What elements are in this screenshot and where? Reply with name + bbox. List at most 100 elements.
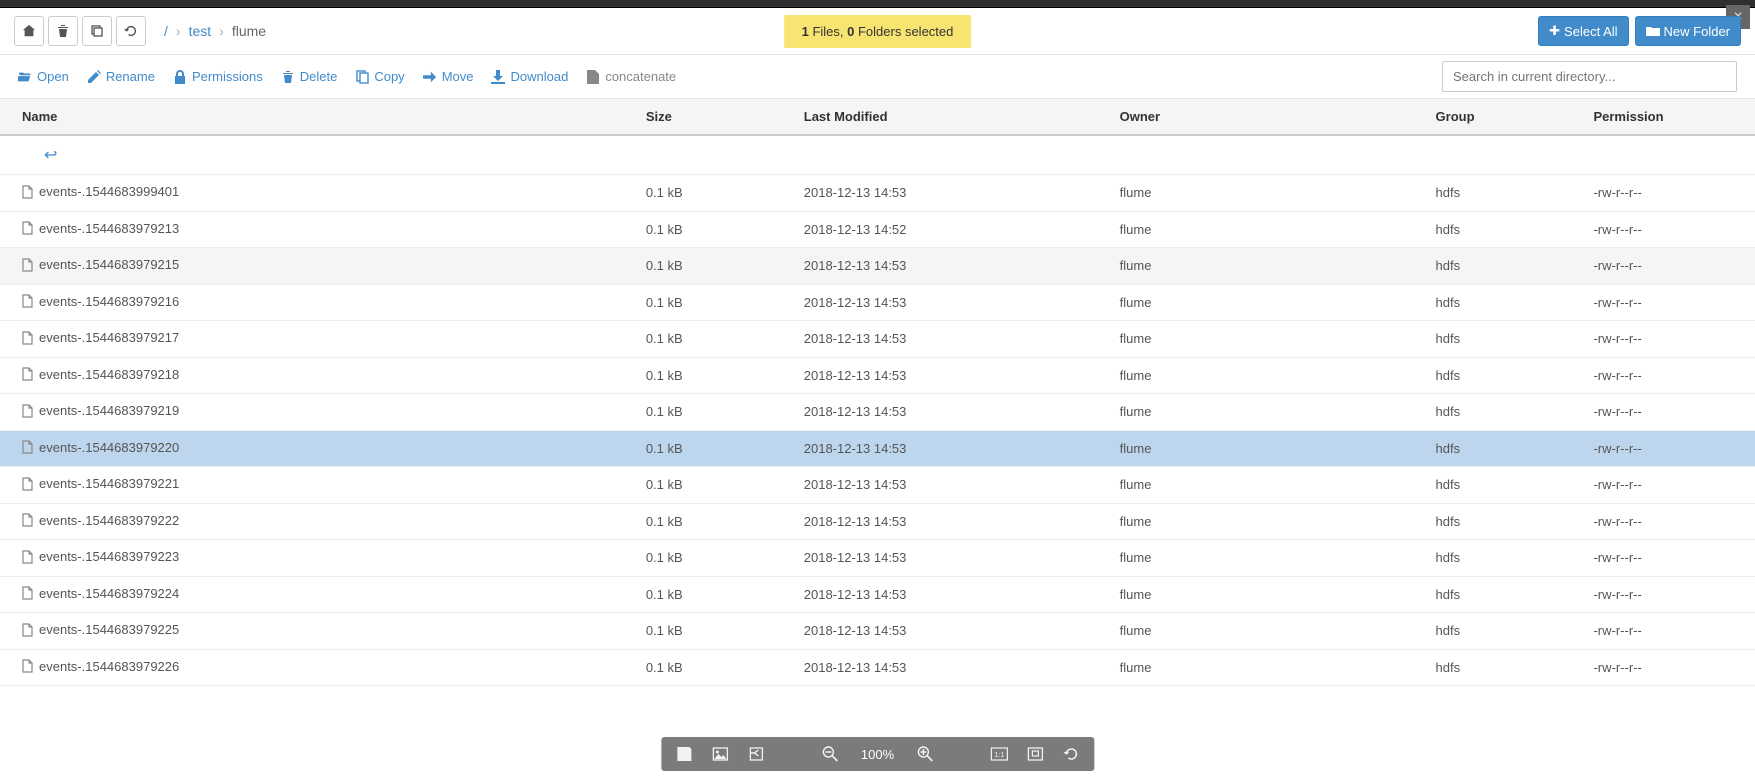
table-row[interactable]: events-.15446839792260.1 kB2018-12-13 14… [0, 649, 1755, 686]
plus-icon: ✚ [1549, 23, 1560, 39]
rotate-icon[interactable] [1062, 745, 1080, 763]
copy-action[interactable]: Copy [355, 69, 404, 84]
file-icon [22, 185, 33, 199]
file-group: hdfs [1422, 467, 1580, 504]
search-input[interactable] [1442, 61, 1737, 92]
table-row[interactable]: events-.15446839994010.1 kB2018-12-13 14… [0, 175, 1755, 212]
file-name-cell: events-.1544683979219 [22, 403, 179, 418]
concatenate-action[interactable]: concatenate [586, 69, 676, 84]
fit-screen-icon[interactable] [1026, 745, 1044, 763]
file-name-text: events-.1544683999401 [39, 184, 179, 199]
file-owner: flume [1106, 357, 1422, 394]
table-row[interactable]: events-.15446839792130.1 kB2018-12-13 14… [0, 211, 1755, 248]
file-group: hdfs [1422, 248, 1580, 285]
breadcrumb-test[interactable]: test [189, 23, 212, 39]
file-permission: -rw-r--r-- [1579, 649, 1755, 686]
refresh-icon [124, 24, 138, 38]
file-icon [22, 586, 33, 600]
file-permission: -rw-r--r-- [1579, 430, 1755, 467]
history-button[interactable] [82, 16, 112, 46]
col-owner[interactable]: Owner [1106, 99, 1422, 135]
rename-action[interactable]: Rename [87, 69, 155, 84]
image-viewer-toolbar: 100% 1:1 [661, 737, 1094, 771]
new-folder-button[interactable]: New Folder [1635, 16, 1741, 46]
file-icon [22, 659, 33, 673]
table-row[interactable]: events-.15446839792230.1 kB2018-12-13 14… [0, 540, 1755, 577]
file-modified: 2018-12-13 14:53 [790, 540, 1106, 577]
app-topbar [0, 0, 1755, 8]
delete-action[interactable]: Delete [281, 69, 338, 84]
file-table: Name Size Last Modified Owner Group Perm… [0, 99, 1755, 686]
back-arrow-icon: ↩ [22, 147, 57, 164]
file-size: 0.1 kB [632, 430, 790, 467]
file-permission: -rw-r--r-- [1579, 248, 1755, 285]
file-modified: 2018-12-13 14:53 [790, 649, 1106, 686]
breadcrumb-root[interactable]: / [164, 23, 168, 39]
col-permission[interactable]: Permission [1579, 99, 1755, 135]
file-icon [22, 221, 33, 235]
file-size: 0.1 kB [632, 540, 790, 577]
folders-count: 0 [847, 24, 854, 39]
svg-text:1:1: 1:1 [994, 752, 1004, 759]
col-size[interactable]: Size [632, 99, 790, 135]
file-size: 0.1 kB [632, 357, 790, 394]
file-size: 0.1 kB [632, 503, 790, 540]
open-action[interactable]: Open [18, 69, 69, 84]
trash-icon [281, 70, 295, 84]
file-icon [22, 367, 33, 381]
picture-icon[interactable] [711, 745, 729, 763]
col-modified[interactable]: Last Modified [790, 99, 1106, 135]
trash-button[interactable] [48, 16, 78, 46]
zoom-level: 100% [861, 747, 894, 762]
table-row[interactable]: events-.15446839792180.1 kB2018-12-13 14… [0, 357, 1755, 394]
file-icon [22, 331, 33, 345]
table-row[interactable]: events-.15446839792160.1 kB2018-12-13 14… [0, 284, 1755, 321]
file-modified: 2018-12-13 14:53 [790, 321, 1106, 358]
file-permission: -rw-r--r-- [1579, 284, 1755, 321]
table-row[interactable]: events-.15446839792210.1 kB2018-12-13 14… [0, 467, 1755, 504]
file-icon [22, 258, 33, 272]
file-group: hdfs [1422, 175, 1580, 212]
table-row[interactable]: events-.15446839792250.1 kB2018-12-13 14… [0, 613, 1755, 650]
file-group: hdfs [1422, 430, 1580, 467]
permissions-action[interactable]: Permissions [173, 69, 263, 84]
table-row[interactable]: events-.15446839792150.1 kB2018-12-13 14… [0, 248, 1755, 285]
file-size: 0.1 kB [632, 284, 790, 321]
move-action[interactable]: Move [423, 69, 474, 84]
edit-icon [87, 70, 101, 84]
col-group[interactable]: Group [1422, 99, 1580, 135]
table-row[interactable]: events-.15446839792220.1 kB2018-12-13 14… [0, 503, 1755, 540]
actions-row: Open Rename Permissions Delete Copy Move… [0, 55, 1755, 99]
col-name[interactable]: Name [0, 99, 632, 135]
table-row[interactable]: events-.15446839792170.1 kB2018-12-13 14… [0, 321, 1755, 358]
file-size: 0.1 kB [632, 175, 790, 212]
file-icon [22, 550, 33, 564]
file-size: 0.1 kB [632, 321, 790, 358]
share-icon[interactable] [747, 745, 765, 763]
file-modified: 2018-12-13 14:53 [790, 284, 1106, 321]
download-action[interactable]: Download [491, 69, 568, 84]
file-modified: 2018-12-13 14:53 [790, 248, 1106, 285]
file-permission: -rw-r--r-- [1579, 394, 1755, 431]
refresh-button[interactable] [116, 16, 146, 46]
file-size: 0.1 kB [632, 576, 790, 613]
arrow-right-icon [423, 70, 437, 84]
table-row[interactable]: events-.15446839792200.1 kB2018-12-13 14… [0, 430, 1755, 467]
select-all-button[interactable]: ✚ Select All [1538, 16, 1628, 46]
file-permission: -rw-r--r-- [1579, 211, 1755, 248]
actual-size-icon[interactable]: 1:1 [990, 745, 1008, 763]
file-owner: flume [1106, 430, 1422, 467]
zoom-in-icon[interactable] [916, 745, 934, 763]
file-owner: flume [1106, 284, 1422, 321]
file-name-cell: events-.1544683979215 [22, 257, 179, 272]
save-icon[interactable] [675, 745, 693, 763]
table-row[interactable]: events-.15446839792240.1 kB2018-12-13 14… [0, 576, 1755, 613]
file-owner: flume [1106, 503, 1422, 540]
file-name-cell: events-.1544683979224 [22, 586, 179, 601]
file-group: hdfs [1422, 649, 1580, 686]
parent-dir-row[interactable]: ↩ [0, 135, 1755, 175]
table-row[interactable]: events-.15446839792190.1 kB2018-12-13 14… [0, 394, 1755, 431]
home-button[interactable] [14, 16, 44, 46]
zoom-out-icon[interactable] [821, 745, 839, 763]
file-owner: flume [1106, 613, 1422, 650]
